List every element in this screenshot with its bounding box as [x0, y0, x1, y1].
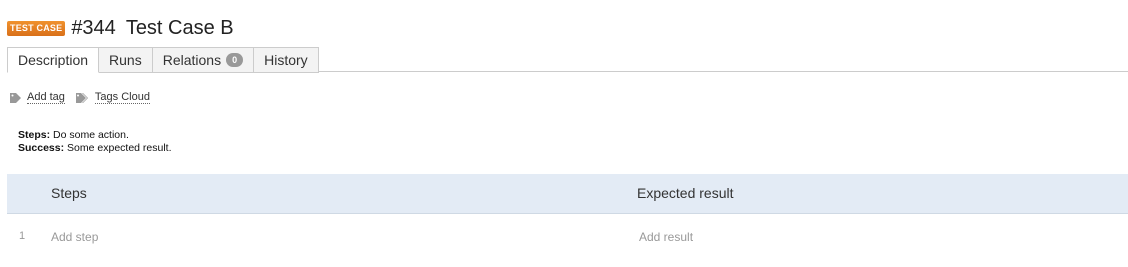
tag-icon [10, 92, 21, 103]
add-step-input[interactable]: Add step [51, 230, 98, 244]
tab-relations-label: Relations [162, 52, 222, 68]
tab-bar: Description Runs Relations 0 History [7, 47, 319, 73]
tags-cloud-link[interactable]: Tags Cloud [75, 91, 150, 104]
success-label: Success: [18, 142, 65, 154]
tab-description-label: Description [18, 52, 89, 68]
expected-result-column-header: Expected result [637, 185, 734, 201]
tab-relations[interactable]: Relations 0 [152, 47, 255, 73]
tab-history[interactable]: History [254, 47, 319, 73]
steps-text: Do some action. [53, 129, 129, 141]
test-case-description: Steps: Do some action. Success: Some exp… [18, 129, 172, 155]
description-success: Success: Some expected result. [18, 142, 172, 155]
table-row: 1 Add step Add result [7, 214, 1128, 258]
tab-runs-label: Runs [109, 52, 142, 68]
add-tag-label: Add tag [27, 91, 65, 104]
add-tag-link[interactable]: Add tag [10, 91, 65, 104]
steps-table: Steps Expected result 1 Add step Add res… [7, 174, 1128, 258]
description-steps: Steps: Do some action. [18, 129, 172, 142]
page-title: Test Case B [125, 17, 234, 39]
tags-cloud-label: Tags Cloud [94, 91, 150, 104]
tab-runs[interactable]: Runs [99, 47, 153, 73]
steps-table-header: Steps Expected result [7, 174, 1128, 214]
tab-description[interactable]: Description [7, 47, 100, 73]
relations-count-badge: 0 [226, 53, 244, 67]
tab-history-label: History [264, 52, 308, 68]
case-id: #344 [71, 17, 116, 39]
page-header: TEST CASE #344 Test Case B [7, 14, 234, 42]
tags-icon [75, 92, 88, 103]
step-number: 1 [19, 230, 26, 242]
steps-label: Steps: [18, 129, 51, 141]
test-case-type-badge: TEST CASE [7, 20, 66, 36]
steps-column-header: Steps [51, 185, 87, 201]
add-result-input[interactable]: Add result [639, 230, 693, 244]
success-text: Some expected result. [67, 142, 172, 154]
tags-bar: Add tag Tags Cloud [10, 91, 161, 104]
